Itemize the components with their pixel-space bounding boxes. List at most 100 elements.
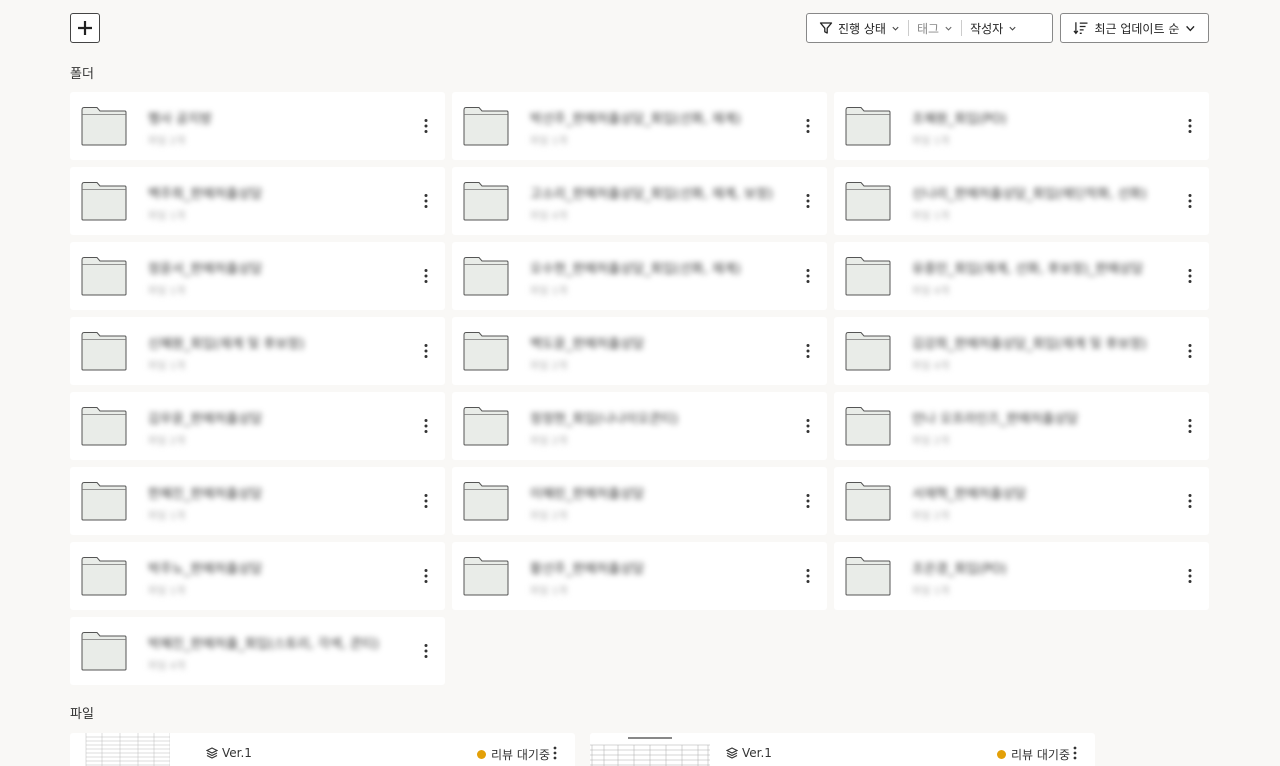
folder-name: 김강희_판매처출상담_회입(재계 및 후보정): [912, 337, 1147, 352]
add-button[interactable]: [70, 13, 100, 43]
more-options-icon[interactable]: [421, 643, 431, 659]
folder-card[interactable]: 박주노_판매처출상담 파일 1개: [70, 542, 445, 610]
folder-name: 유종민_회입(재계, 선화, 후보정)_판매상담: [912, 262, 1144, 277]
file-thumbnail: [590, 733, 710, 766]
file-status-label: 리뷰 대기중: [1011, 748, 1071, 762]
folder-file-count: 파일 1개: [530, 286, 568, 297]
more-options-icon[interactable]: [803, 568, 813, 584]
folder-card[interactable]: 조은경_회입(PO) 파일 1개: [834, 542, 1209, 610]
folder-file-count: 파일 4개: [530, 211, 568, 222]
folder-name: 행사 공지방: [148, 112, 212, 127]
more-options-icon[interactable]: [421, 118, 431, 134]
more-options-icon[interactable]: [803, 268, 813, 284]
folder-icon: [463, 182, 509, 221]
more-options-icon[interactable]: [1185, 268, 1195, 284]
chevron-down-icon: [1186, 25, 1195, 31]
folder-card[interactable]: 정윤서_판매처출상담 파일 1개: [70, 242, 445, 310]
folder-icon: [845, 557, 891, 596]
folder-card[interactable]: 김우윤_판매처출상담 파일 2개: [70, 392, 445, 460]
folder-icon: [463, 482, 509, 521]
folder-card[interactable]: 조혜원_회입(PO) 파일 1개: [834, 92, 1209, 160]
folder-grid: 행사 공지방 파일 2개 박선주_판매처출상담_회입(선화, 재계) 파일 1개: [70, 92, 1210, 685]
more-options-icon[interactable]: [421, 268, 431, 284]
more-options-icon[interactable]: [803, 118, 813, 134]
folder-icon: [845, 407, 891, 446]
folder-file-count: 파일 1개: [148, 211, 186, 222]
folder-icon: [845, 182, 891, 221]
more-options-icon[interactable]: [421, 343, 431, 359]
more-options-icon[interactable]: [550, 746, 560, 760]
more-options-icon[interactable]: [421, 568, 431, 584]
folder-file-count: 파일 1개: [530, 586, 568, 597]
folder-name: 박혜진_판매처출_회입(스토리, 각색, 콘티): [148, 637, 380, 652]
more-options-icon[interactable]: [1185, 118, 1195, 134]
more-options-icon[interactable]: [1185, 418, 1195, 434]
folders-heading: 폴더: [70, 67, 94, 82]
folder-card[interactable]: 황선주_판매처출상담 파일 1개: [452, 542, 827, 610]
folder-icon: [81, 482, 127, 521]
file-card[interactable]: Ver.1 리뷰 대기중: [70, 733, 575, 766]
sort-dropdown[interactable]: 최근 업데이트 순: [1060, 13, 1209, 43]
filter-status[interactable]: 진행 상태: [807, 14, 908, 42]
folder-card[interactable]: 신혜원_회입(재계 및 후보정) 파일 1개: [70, 317, 445, 385]
funnel-icon: [819, 22, 833, 34]
folder-name: 신나리_판매처출상담_회입(에딘작화, 선화): [912, 187, 1147, 202]
more-options-icon[interactable]: [1070, 746, 1080, 760]
file-status-label: 리뷰 대기중: [491, 748, 551, 762]
folder-file-count: 파일 4개: [912, 361, 950, 372]
folder-card[interactable]: 백도윤_판매처출상담 파일 2개: [452, 317, 827, 385]
folder-name: 안나 오프라인즈_판매처출상담: [912, 412, 1079, 427]
folder-card[interactable]: 유종민_회입(재계, 선화, 후보정)_판매상담 파일 4개: [834, 242, 1209, 310]
more-options-icon[interactable]: [421, 418, 431, 434]
status-dot: [997, 750, 1006, 759]
more-options-icon[interactable]: [803, 193, 813, 209]
more-options-icon[interactable]: [803, 493, 813, 509]
folder-name: 신혜원_회입(재계 및 후보정): [148, 337, 305, 352]
filter-tag[interactable]: 태그: [909, 14, 961, 42]
folder-card[interactable]: 안나 오프라인즈_판매처출상담 파일 2개: [834, 392, 1209, 460]
file-card[interactable]: Ver.1 리뷰 대기중: [590, 733, 1095, 766]
folder-icon: [845, 332, 891, 371]
more-options-icon[interactable]: [421, 193, 431, 209]
folder-icon: [463, 257, 509, 296]
more-options-icon[interactable]: [1185, 493, 1195, 509]
more-options-icon[interactable]: [421, 493, 431, 509]
file-version: Ver.1: [726, 746, 772, 760]
folder-card[interactable]: 한혜진_판매처출상담 파일 1개: [70, 467, 445, 535]
filter-author[interactable]: 작성자: [962, 14, 1025, 42]
folder-card[interactable]: 백주희_판매처출상담 파일 1개: [70, 167, 445, 235]
chevron-down-icon: [1009, 26, 1016, 31]
folder-file-count: 파일 2개: [148, 136, 186, 147]
more-options-icon[interactable]: [1185, 343, 1195, 359]
filter-bar: 진행 상태 태그 작성자: [806, 13, 1053, 43]
folder-card[interactable]: 신나리_판매처출상담_회입(에딘작화, 선화) 파일 1개: [834, 167, 1209, 235]
folder-name: 오수현_판매처출상담_회입(선화, 재계): [530, 262, 741, 277]
more-options-icon[interactable]: [803, 343, 813, 359]
folder-card[interactable]: 서재혁_판매처출상담 파일 2개: [834, 467, 1209, 535]
folder-card[interactable]: 박혜진_판매처출_회입(스토리, 각색, 콘티) 파일 4개: [70, 617, 445, 685]
file-version-label: Ver.1: [742, 746, 772, 760]
more-options-icon[interactable]: [1185, 568, 1195, 584]
chevron-down-icon: [892, 26, 899, 31]
folder-card[interactable]: 고소리_판매처출상담_회입(선화, 재계, 보정) 파일 4개: [452, 167, 827, 235]
more-options-icon[interactable]: [1185, 193, 1195, 209]
more-options-icon[interactable]: [803, 418, 813, 434]
folder-name: 백주희_판매처출상담: [148, 187, 263, 202]
folder-card[interactable]: 박선주_판매처출상담_회입(선화, 재계) 파일 1개: [452, 92, 827, 160]
folder-name: 한혜진_판매처출상담: [148, 487, 263, 502]
folder-card[interactable]: 정정현_회입(나나이오콘티) 파일 2개: [452, 392, 827, 460]
filter-tag-label: 태그: [916, 21, 940, 36]
folder-name: 고소리_판매처출상담_회입(선화, 재계, 보정): [530, 187, 773, 202]
folder-card[interactable]: 이혜린_판매처출상담 파일 2개: [452, 467, 827, 535]
filter-author-label: 작성자: [970, 21, 1004, 36]
folder-icon: [845, 107, 891, 146]
folder-file-count: 파일 1개: [148, 586, 186, 597]
folder-card[interactable]: 오수현_판매처출상담_회입(선화, 재계) 파일 1개: [452, 242, 827, 310]
folder-card[interactable]: 김강희_판매처출상담_회입(재계 및 후보정) 파일 4개: [834, 317, 1209, 385]
folder-icon: [81, 107, 127, 146]
folder-name: 조혜원_회입(PO): [912, 112, 1007, 127]
folder-card[interactable]: 행사 공지방 파일 2개: [70, 92, 445, 160]
folder-file-count: 파일 1개: [912, 586, 950, 597]
folder-file-count: 파일 1개: [912, 136, 950, 147]
folder-file-count: 파일 2개: [912, 511, 950, 522]
